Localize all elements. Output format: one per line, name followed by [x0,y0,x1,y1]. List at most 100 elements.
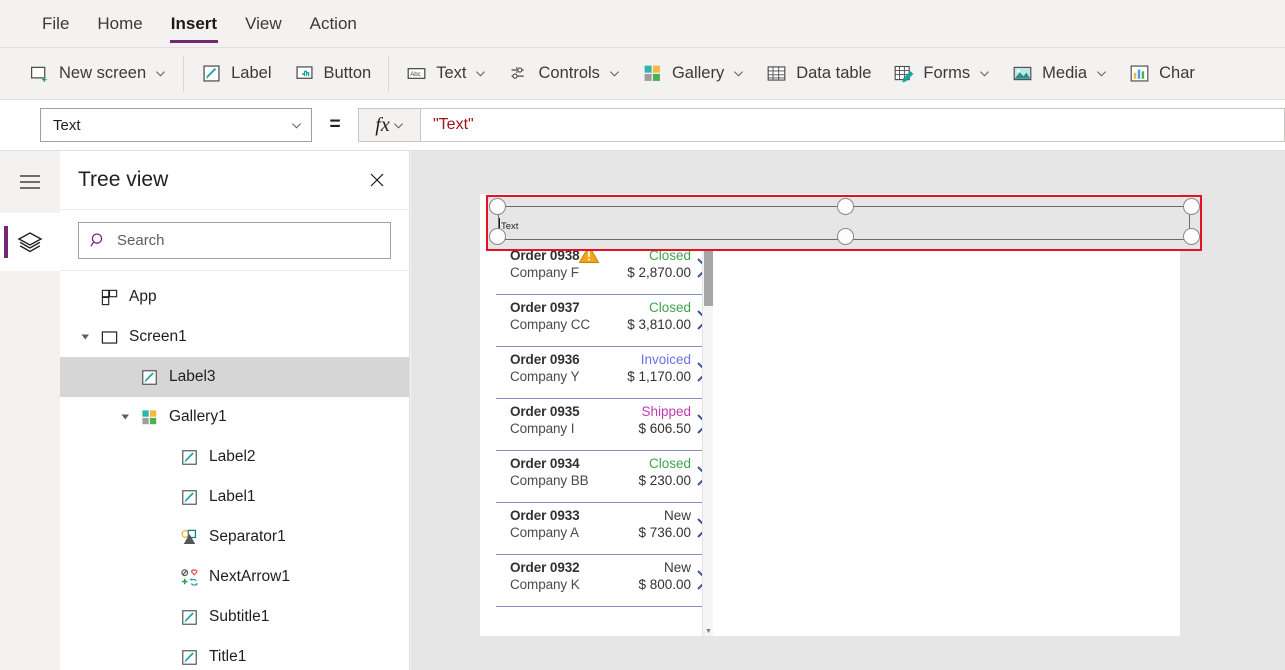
rail-button-tree-view[interactable] [0,213,60,271]
ribbon-button-label: Media [1042,64,1088,82]
gallery-row-amount: $ 230.00 [638,473,691,488]
menu-tab-file[interactable]: File [28,1,83,47]
ribbon-button-button[interactable]: Button [283,54,383,94]
resize-handle-top-center[interactable] [837,198,854,215]
selected-label-control[interactable]: Text [486,195,1202,251]
tree-item-separator1[interactable]: Separator1 [60,517,409,557]
resize-handle-bottom-left[interactable] [489,228,506,245]
text-icon: Abc [407,68,426,79]
property-dropdown-value: Text [53,116,81,134]
gallery-row-subtitle: Company K [510,577,580,592]
ribbon-button-label: Controls [538,64,600,82]
chevron-down-icon [393,122,403,129]
twisty-expanded-icon[interactable] [118,409,134,425]
screen-icon [101,330,118,344]
tree-item-label: Gallery1 [169,408,227,425]
tree-item-gallery1[interactable]: Gallery1 [60,397,409,437]
forms-icon [895,65,914,83]
ribbon-button-label: Data table [796,64,872,82]
twisty-spacer [158,529,174,545]
gallery-row-subtitle: Company I [510,421,575,436]
ribbon-button-gallery[interactable]: Gallery [631,54,755,94]
ribbon-button-media[interactable]: Media [1001,54,1118,94]
ribbon-button-controls[interactable]: Controls [497,54,630,94]
controls-icon [511,66,525,79]
gallery-rows: Order 0938 Closed Company F $ 2,870.00 Order… [496,243,713,607]
ribbon-button-text[interactable]: Abc Text [395,54,497,94]
tree-item-label2[interactable]: Label2 [60,437,409,477]
menu-tab-action[interactable]: Action [296,1,371,47]
menu-tab-home[interactable]: Home [83,1,156,47]
shapes-icon [181,529,197,544]
gallery-row-title: Order 0933 [510,508,580,523]
gallery-control[interactable]: Order 0938 Closed Company F $ 2,870.00 Order… [496,243,713,636]
twisty-spacer [158,449,174,465]
gallery-row[interactable]: Order 0935 Shipped Company I $ 606.50 [496,399,713,451]
gallery-row-status: New [663,560,691,575]
scroll-down-arrow[interactable]: ▼ [703,626,713,636]
fx-button[interactable]: fx [358,108,420,142]
twisty-spacer [158,569,174,585]
gallery-row-status: Invoiced [640,352,691,367]
twisty-spacer [158,489,174,505]
left-rail [0,151,60,670]
ribbon-button-label: Char [1159,64,1195,82]
gallery-row-subtitle: Company CC [510,317,591,332]
ribbon-button-label: Gallery [671,64,725,82]
twisty-spacer [158,609,174,625]
chevron-down-icon [1097,71,1107,77]
menu-tab-view[interactable]: View [231,1,296,47]
gallery-scrollbar[interactable]: ▲ ▼ [702,243,713,636]
formula-input[interactable]: "Text" [420,108,1285,142]
gallery-row[interactable]: Order 0932 New Company K $ 800.00 [496,555,713,607]
label-icon [182,449,197,465]
gallery-row[interactable]: Order 0933 New Company A $ 736.00 [496,503,713,555]
resize-handle-bottom-center[interactable] [837,228,854,245]
ribbon-button-data-table[interactable]: Data table [755,54,882,94]
ribbon-button-label[interactable]: Label [190,54,282,94]
gallery-row-title: Order 0932 [510,560,580,575]
hamburger-menu-button[interactable] [0,151,60,213]
close-panel-button[interactable] [361,164,393,196]
tree-item-title1[interactable]: Title1 [60,637,409,670]
chevron-down-icon [609,71,619,77]
gallery-row-amount: $ 736.00 [638,525,691,540]
twisty-spacer [158,649,174,665]
ribbon-button-label: New screen [59,64,147,82]
ribbon-button-char[interactable]: Char [1118,54,1206,94]
menu-tab-insert[interactable]: Insert [157,1,231,47]
chevron-down-icon [980,71,990,77]
gallery-row[interactable]: Order 0934 Closed Company BB $ 230.00 [496,451,713,503]
tree-item-nextarrow1[interactable]: NextArrow1 [60,557,409,597]
button-icon [295,66,313,79]
fx-label: fx [375,113,390,136]
tree-item-label3[interactable]: Label3 [60,357,409,397]
screen-surface[interactable]: Order 0938 Closed Company F $ 2,870.00 Order… [480,194,1180,636]
gallery-row[interactable]: Order 0936 Invoiced Company Y $ 1,170.00 [496,347,713,399]
gallery-scrollbar-thumb[interactable] [704,251,713,306]
gallery-row[interactable]: Order 0937 Closed Company CC $ 3,810.00 [496,295,713,347]
ribbon-button-new-screen[interactable]: New screen [18,54,177,94]
tree-item-label: Separator1 [209,528,286,545]
search-input[interactable]: Search [78,222,391,259]
tree-item-app[interactable]: App [60,277,409,317]
ribbon-button-forms[interactable]: Forms [882,54,1001,94]
tree-item-label: Label1 [209,488,256,505]
twisty-expanded-icon[interactable] [78,329,94,345]
tree-item-screen1[interactable]: Screen1 [60,317,409,357]
tree-item-subtitle1[interactable]: Subtitle1 [60,597,409,637]
powerapps-studio: File Home Insert View Action New screen Label… [0,0,1285,670]
label-icon [182,489,197,505]
menu-bar: File Home Insert View Action [0,0,1285,48]
resize-handle-top-left[interactable] [489,198,506,215]
resize-handle-bottom-right[interactable] [1183,228,1200,245]
gallery-row-title: Order 0936 [510,352,580,367]
chevron-down-icon [476,71,486,77]
chevron-down-icon [734,71,744,77]
gallery-row-title: Order 0934 [510,456,580,471]
tree-item-label1[interactable]: Label1 [60,477,409,517]
gallery-row-subtitle: Company A [510,525,579,540]
app-canvas[interactable]: Order 0938 Closed Company F $ 2,870.00 Order… [411,151,1285,670]
resize-handle-top-right[interactable] [1183,198,1200,215]
property-dropdown[interactable]: Text [40,108,312,142]
